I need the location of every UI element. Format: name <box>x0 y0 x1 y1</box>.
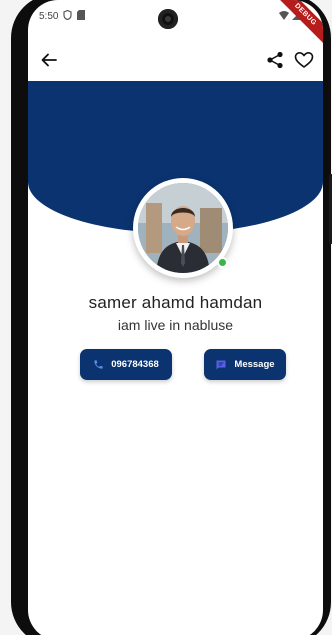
heart-outline-icon <box>294 52 314 68</box>
call-button[interactable]: 096784368 <box>80 349 172 380</box>
app-bar <box>28 44 323 76</box>
online-status-indicator <box>217 257 228 268</box>
phone-screen: 5:50 DEBUG samer ahamd hamdan iam live i… <box>28 0 323 635</box>
wifi-icon <box>279 11 289 20</box>
status-bar: 5:50 DEBUG <box>28 0 323 49</box>
debug-banner: DEBUG <box>271 0 323 49</box>
phone-frame: 5:50 DEBUG samer ahamd hamdan iam live i… <box>11 0 332 635</box>
avatar-photo <box>138 183 228 273</box>
avatar-container <box>133 178 233 278</box>
share-icon <box>267 51 283 69</box>
screen-bottom <box>28 630 323 635</box>
status-icons-left <box>63 10 85 20</box>
front-camera <box>158 9 178 29</box>
profile-name: samer ahamd hamdan <box>88 293 263 312</box>
profile-bio: iam live in nabluse <box>117 317 234 333</box>
sd-card-icon <box>77 10 85 20</box>
status-time: 5:50 <box>39 11 59 22</box>
message-button[interactable]: Message <box>204 349 286 380</box>
phone-icon <box>94 360 103 369</box>
chat-bubble-icon <box>216 360 226 369</box>
share-button[interactable] <box>265 50 285 70</box>
favorite-button[interactable] <box>293 50 315 70</box>
shield-icon <box>63 10 72 20</box>
message-button-label: Message <box>234 359 275 370</box>
back-button[interactable] <box>38 50 60 70</box>
call-button-label: 096784368 <box>111 359 159 370</box>
avatar[interactable] <box>138 183 228 273</box>
arrow-back-icon <box>41 53 57 67</box>
